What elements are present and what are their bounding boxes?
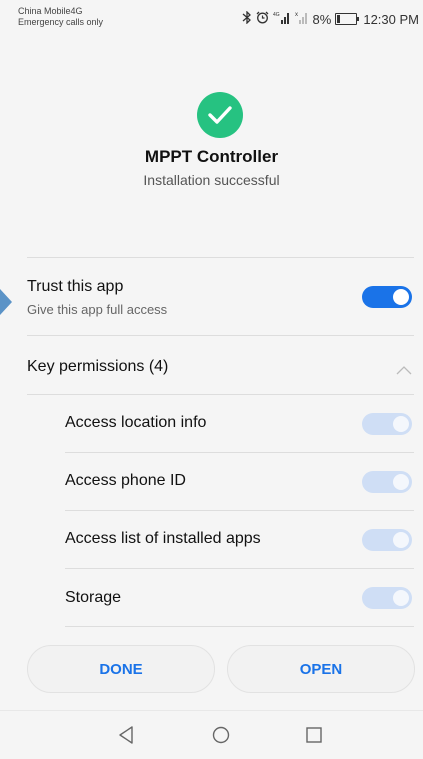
chevron-up-icon[interactable] <box>396 362 412 380</box>
signal-icon: 4G <box>273 11 291 27</box>
divider <box>27 257 414 258</box>
toggle-knob <box>393 289 409 305</box>
svg-text:4G: 4G <box>273 12 280 18</box>
status-icons: 4G x 8% 12:30 PM <box>242 10 419 27</box>
divider <box>65 626 414 627</box>
trust-subtitle: Give this app full access <box>27 302 168 317</box>
app-name: MPPT Controller <box>144 147 279 166</box>
toggle-knob <box>393 474 409 490</box>
navigation-bar <box>0 710 423 759</box>
divider <box>27 335 414 336</box>
home-icon[interactable] <box>212 726 230 749</box>
divider <box>27 394 414 395</box>
battery-icon <box>335 13 360 25</box>
carrier-name: China Mobile4G <box>18 6 83 16</box>
toggle-knob <box>393 532 409 548</box>
toggle-knob <box>393 590 409 606</box>
bluetooth-icon <box>242 10 252 27</box>
divider <box>65 452 414 453</box>
back-icon[interactable] <box>118 726 134 749</box>
install-status: Installation successful <box>143 172 280 188</box>
permission-toggle-installed-apps[interactable] <box>362 529 412 551</box>
svg-text:x: x <box>295 12 298 18</box>
recents-icon[interactable] <box>306 727 322 748</box>
key-permissions-header[interactable]: Key permissions (4) <box>27 358 168 376</box>
trust-title: Trust this app <box>27 278 124 295</box>
permission-label-phone-id: Access phone ID <box>65 472 186 489</box>
check-circle-icon <box>197 92 243 138</box>
permission-label-location: Access location info <box>65 414 207 431</box>
done-button[interactable]: DONE <box>27 645 215 693</box>
permission-toggle-location[interactable] <box>362 413 412 435</box>
signal-icon: x <box>295 11 309 27</box>
carrier-info: China Mobile4G Emergency calls only <box>18 6 103 28</box>
open-button[interactable]: OPEN <box>227 645 415 693</box>
status-bar: China Mobile4G Emergency calls only 4G x… <box>0 0 423 40</box>
permission-label-storage: Storage <box>65 589 122 606</box>
permission-label-installed-apps: Access list of installed apps <box>65 530 261 547</box>
battery-percent: 8% <box>312 11 332 27</box>
trust-toggle[interactable] <box>362 286 412 308</box>
toggle-knob <box>393 416 409 432</box>
emergency-text: Emergency calls only <box>18 17 104 27</box>
divider <box>65 510 414 511</box>
alarm-icon <box>256 11 269 27</box>
permission-toggle-storage[interactable] <box>362 587 412 609</box>
pointer-arrow-icon <box>0 289 12 315</box>
divider <box>65 568 414 569</box>
status-time: 12:30 PM <box>363 11 419 27</box>
permission-toggle-phone-id[interactable] <box>362 471 412 493</box>
